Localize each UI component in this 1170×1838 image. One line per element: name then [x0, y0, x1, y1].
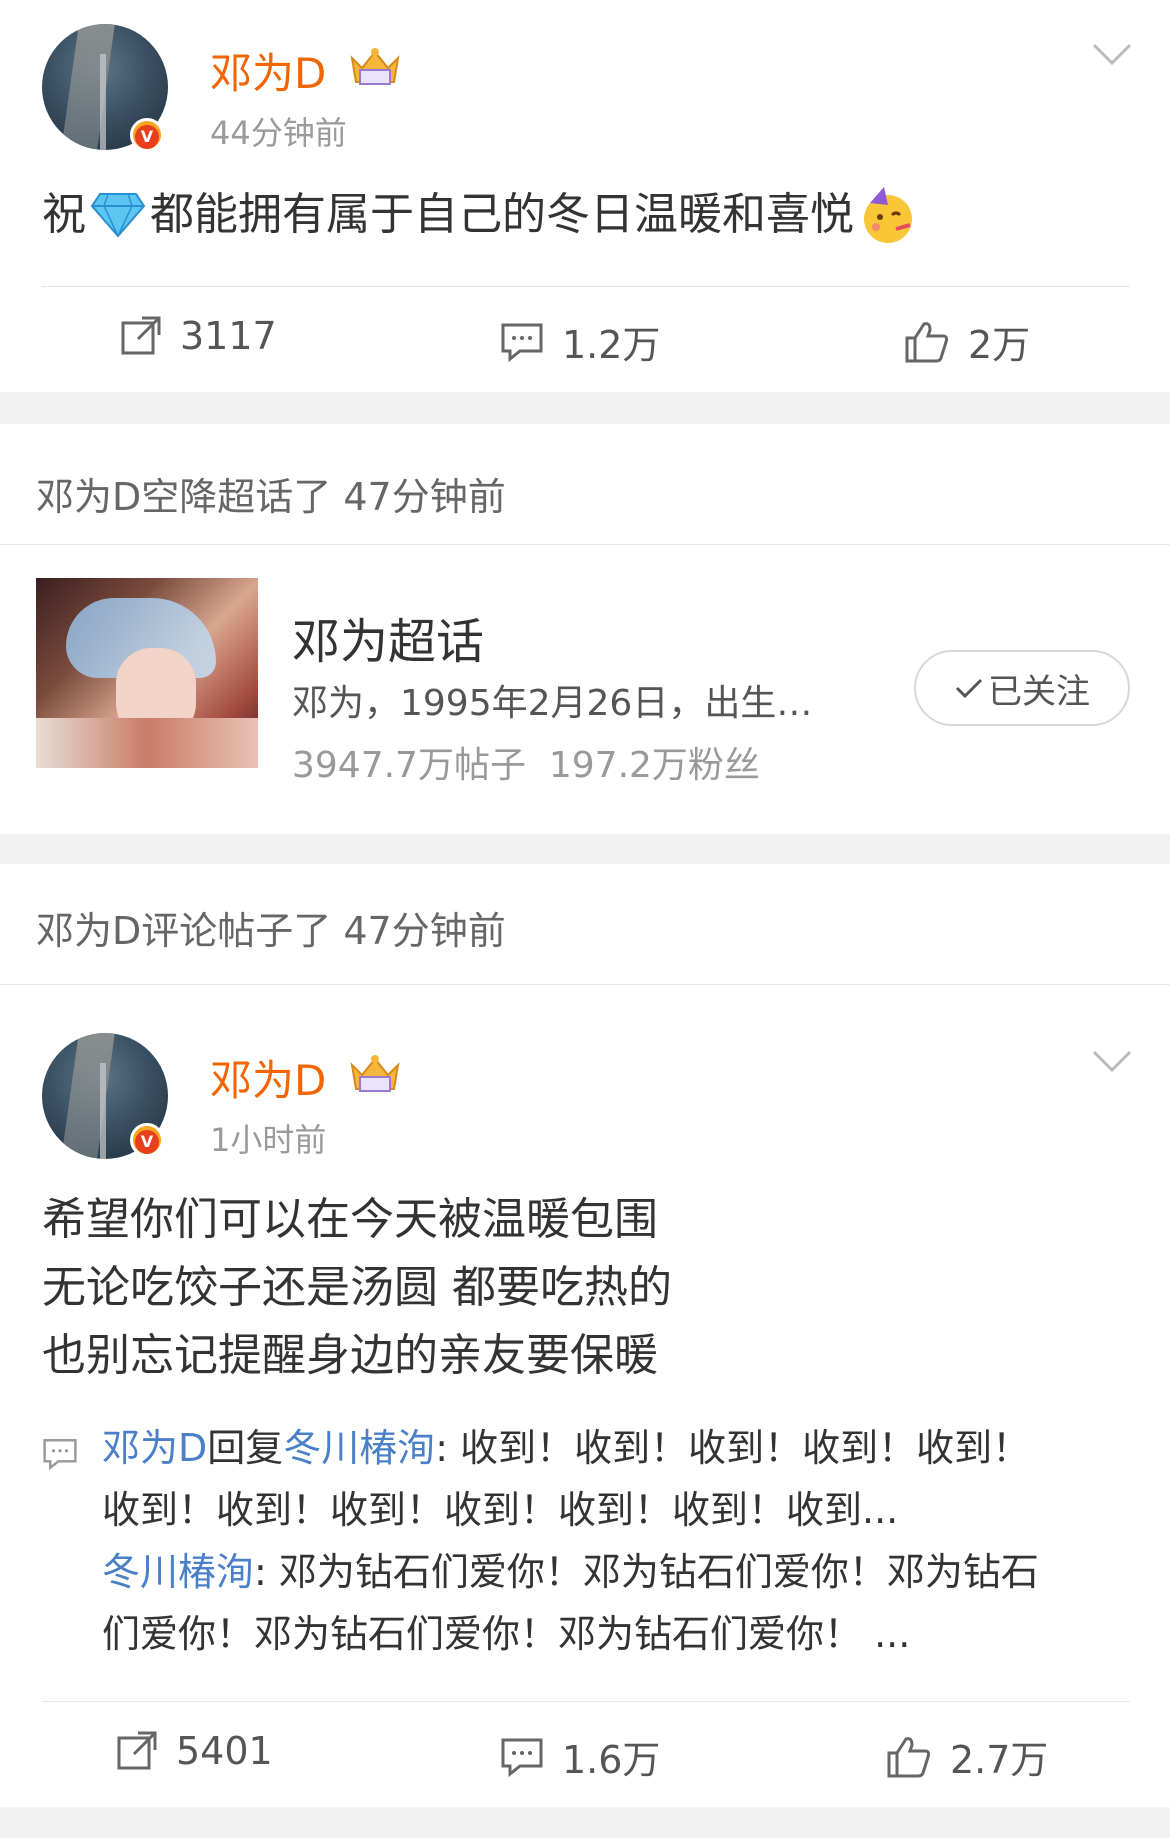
topic-stats: 3947.7万帖子 197.2万粉丝: [292, 745, 760, 786]
reply-author-link[interactable]: 冬川椿洵: [102, 1550, 254, 1594]
divider: [42, 1701, 1130, 1702]
activity-header: 邓为D评论帖子了 47分钟前: [36, 909, 506, 953]
crown-badge-icon: [350, 48, 400, 85]
reply-2[interactable]: 冬川椿洵: 邓为钻石们爱你！邓为钻石们爱你！邓为钻石: [102, 1545, 1039, 1599]
post-card-1: V 邓为D 44分钟前 祝 都能拥有属于自己的冬日温暖和喜悦 3117 1.2万…: [0, 0, 1170, 392]
check-icon: [955, 678, 983, 699]
topic-title[interactable]: 邓为超话: [292, 602, 484, 672]
post-time: 1小时前: [210, 1121, 327, 1159]
chevron-down-icon[interactable]: [1092, 42, 1132, 66]
topic-cover-image[interactable]: [36, 578, 258, 768]
share-icon: [121, 316, 161, 355]
diamond-emoji-icon: [90, 193, 146, 238]
username[interactable]: 邓为D: [210, 40, 326, 101]
topic-card: 邓为D空降超话了 47分钟前 邓为超话 邓为，1995年2月26日，出生… 39…: [0, 424, 1170, 834]
reply-author-link[interactable]: 邓为D: [102, 1426, 207, 1470]
post-time: 44分钟前: [210, 114, 347, 152]
reply-2-continued: 们爱你！邓为钻石们爱你！邓为钻石们爱你！ ...: [102, 1612, 911, 1656]
comment-button[interactable]: 1.6万: [500, 1729, 660, 1784]
reply-target-link[interactable]: 冬川椿洵: [283, 1426, 435, 1470]
username[interactable]: 邓为D: [210, 1047, 326, 1108]
crown-badge-icon: [350, 1055, 400, 1092]
follow-button[interactable]: 已关注: [914, 650, 1130, 726]
activity-header: 邓为D空降超话了 47分钟前: [36, 475, 506, 519]
repost-button[interactable]: 5401: [116, 1729, 273, 1773]
verified-badge-icon: V: [130, 118, 164, 152]
comment-icon: [501, 323, 543, 362]
comment-button[interactable]: 1.2万: [500, 314, 660, 369]
post-text: 祝 都能拥有属于自己的冬日温暖和喜悦: [42, 180, 918, 250]
post-card-2: V 邓为D 1小时前 希望你们可以在今天被温暖包围 无论吃饺子还是汤圆 都要吃热…: [0, 985, 1170, 1807]
post-text-line: 无论吃饺子还是汤圆 都要吃热的: [42, 1262, 672, 1313]
share-icon: [117, 1731, 157, 1770]
reply-1-continued: 收到！收到！收到！收到！收到！收到！收到...: [102, 1488, 899, 1532]
verified-badge-icon: V: [130, 1123, 164, 1157]
post-text-line: 希望你们可以在今天被温暖包围: [42, 1194, 658, 1245]
divider: [42, 286, 1130, 287]
comment-icon: [501, 1738, 543, 1777]
party-face-emoji-icon: [864, 187, 912, 243]
like-button[interactable]: 2.7万: [886, 1729, 1048, 1784]
divider: [0, 544, 1170, 545]
post-text-line: 也别忘记提醒身边的亲友要保暖: [42, 1330, 658, 1381]
thumbs-up-icon: [887, 1736, 931, 1777]
repost-button[interactable]: 3117: [120, 314, 277, 358]
topic-description: 邓为，1995年2月26日，出生…: [292, 683, 813, 724]
chevron-down-icon[interactable]: [1092, 1049, 1132, 1073]
like-button[interactable]: 2万: [904, 314, 1030, 369]
activity-card: 邓为D评论帖子了 47分钟前: [0, 864, 1170, 984]
reply-1[interactable]: 邓为D回复冬川椿洵: 收到！收到！收到！收到！收到！: [102, 1421, 1030, 1475]
comment-icon: [43, 1439, 77, 1471]
thumbs-up-icon: [905, 321, 949, 362]
